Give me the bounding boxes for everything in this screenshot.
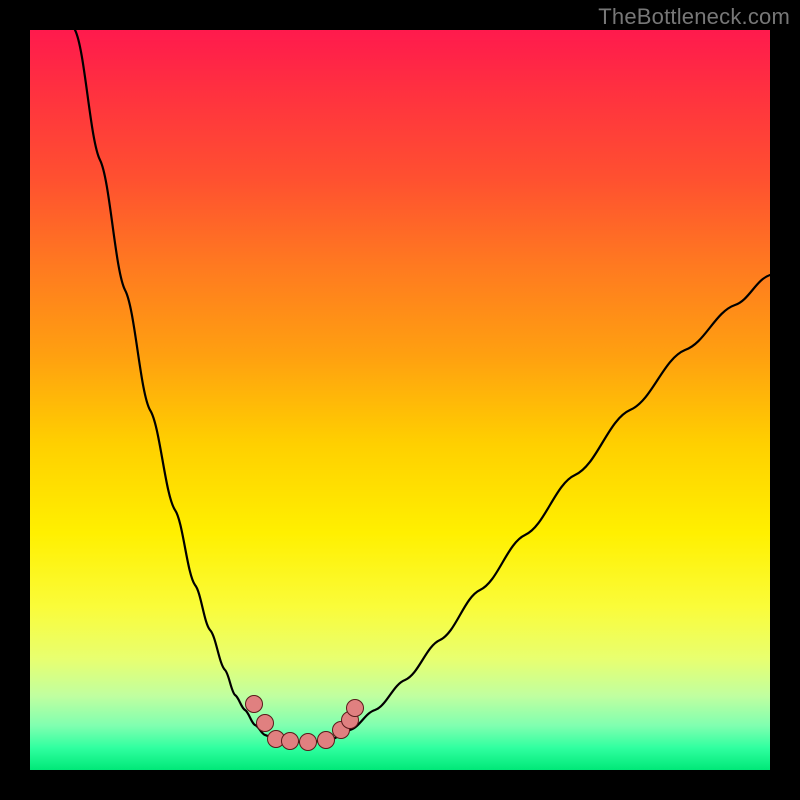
data-marker [318, 732, 335, 749]
chart-frame: TheBottleneck.com [0, 0, 800, 800]
watermark-text: TheBottleneck.com [598, 4, 790, 30]
data-marker [347, 700, 364, 717]
curve-lines [75, 30, 770, 742]
left-branch-path [75, 30, 310, 742]
curve-svg [30, 30, 770, 770]
data-markers [246, 696, 364, 751]
right-branch-path [310, 275, 770, 742]
data-marker [246, 696, 263, 713]
data-marker [300, 734, 317, 751]
plot-area [30, 30, 770, 770]
data-marker [257, 715, 274, 732]
data-marker [282, 733, 299, 750]
